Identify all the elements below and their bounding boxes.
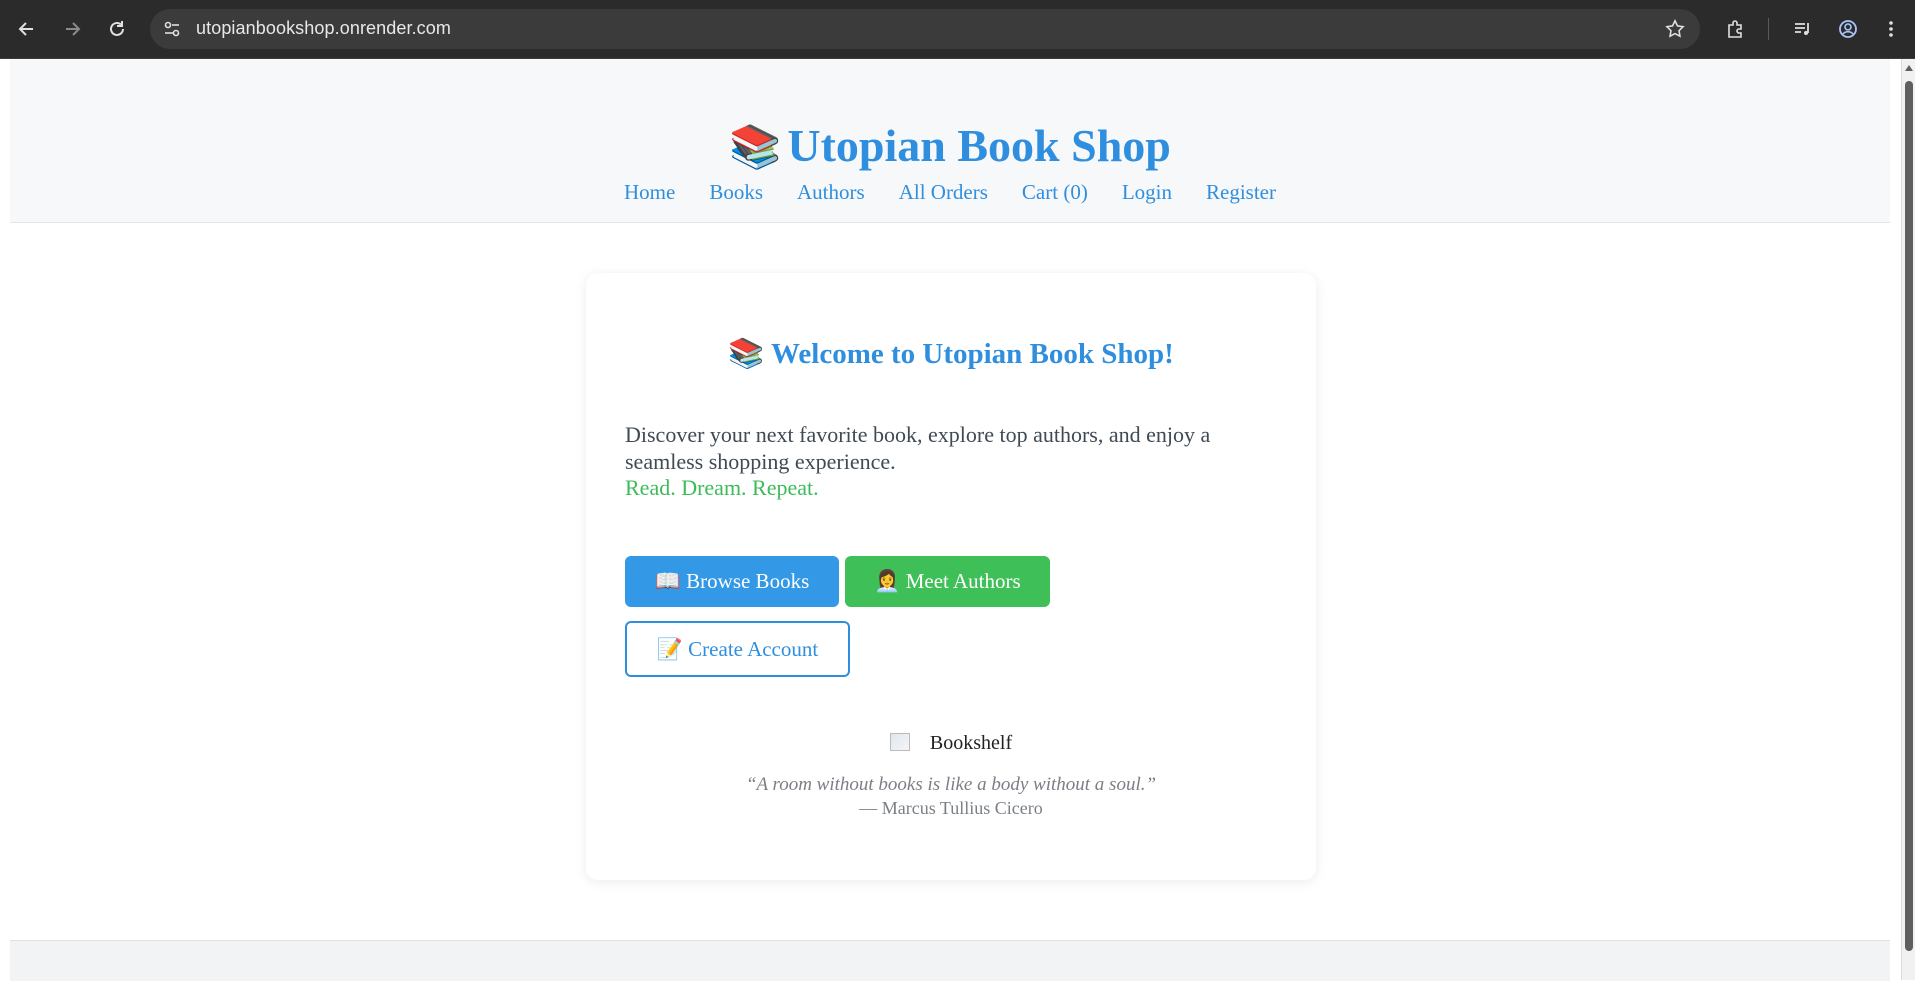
bookshelf-alt-text: Bookshelf <box>929 732 1013 754</box>
quote-text: “A room without books is like a body wit… <box>745 774 1157 795</box>
nav-authors[interactable]: Authors <box>797 180 865 205</box>
intro-text: Discover your next favorite book, explor… <box>625 422 1211 474</box>
back-icon[interactable] <box>12 14 42 44</box>
bookshelf-image: Bookshelf <box>586 732 1316 755</box>
reload-icon[interactable] <box>102 14 132 44</box>
nav-cart[interactable]: Cart (0) <box>1022 180 1088 205</box>
extensions-icon[interactable] <box>1720 14 1750 44</box>
welcome-card: 📚 Welcome to Utopian Book Shop! Discover… <box>586 273 1316 880</box>
url-text[interactable]: utopianbookshop.onrender.com <box>196 18 451 39</box>
site-title-text: Utopian Book Shop <box>787 120 1171 171</box>
nav-register[interactable]: Register <box>1206 180 1276 205</box>
toolbar-divider <box>1768 18 1769 40</box>
books-icon: 📚 <box>729 125 782 171</box>
address-bar[interactable]: utopianbookshop.onrender.com <box>150 9 1700 49</box>
browse-books-button[interactable]: 📖 Browse Books <box>625 556 839 607</box>
books-icon: 📚 <box>728 338 765 370</box>
tagline: Read. Dream. Repeat. <box>625 475 819 500</box>
forward-icon[interactable] <box>57 14 87 44</box>
nav-login[interactable]: Login <box>1122 180 1172 205</box>
site-header: 📚 Utopian Book Shop Home Books Authors Al… <box>10 59 1890 223</box>
nav-all-orders[interactable]: All Orders <box>899 180 988 205</box>
bookmark-star-icon[interactable] <box>1664 18 1686 40</box>
welcome-heading: 📚 Welcome to Utopian Book Shop! <box>586 337 1316 371</box>
create-account-button[interactable]: 📝 Create Account <box>625 621 850 677</box>
quote-author: — Marcus Tullius Cicero <box>859 798 1043 818</box>
welcome-heading-text: Welcome to Utopian Book Shop! <box>771 338 1174 370</box>
nav-home[interactable]: Home <box>624 180 675 205</box>
main-nav: Home Books Authors All Orders Cart (0) L… <box>10 180 1890 205</box>
vertical-scrollbar[interactable] <box>1901 59 1915 980</box>
media-controls-icon[interactable] <box>1787 14 1817 44</box>
site-title[interactable]: 📚 Utopian Book Shop <box>10 119 1890 172</box>
broken-image-icon <box>889 733 910 751</box>
nav-books[interactable]: Books <box>709 180 763 205</box>
meet-authors-button[interactable]: 👩‍💼 Meet Authors <box>845 556 1050 607</box>
site-footer <box>10 940 1890 981</box>
profile-icon[interactable] <box>1833 14 1863 44</box>
site-settings-icon[interactable] <box>162 19 182 39</box>
scroll-up-arrow-icon[interactable] <box>1905 65 1913 71</box>
scroll-thumb[interactable] <box>1905 81 1913 951</box>
menu-kebab-icon[interactable] <box>1876 14 1906 44</box>
browser-toolbar: utopianbookshop.onrender.com <box>0 0 1915 58</box>
